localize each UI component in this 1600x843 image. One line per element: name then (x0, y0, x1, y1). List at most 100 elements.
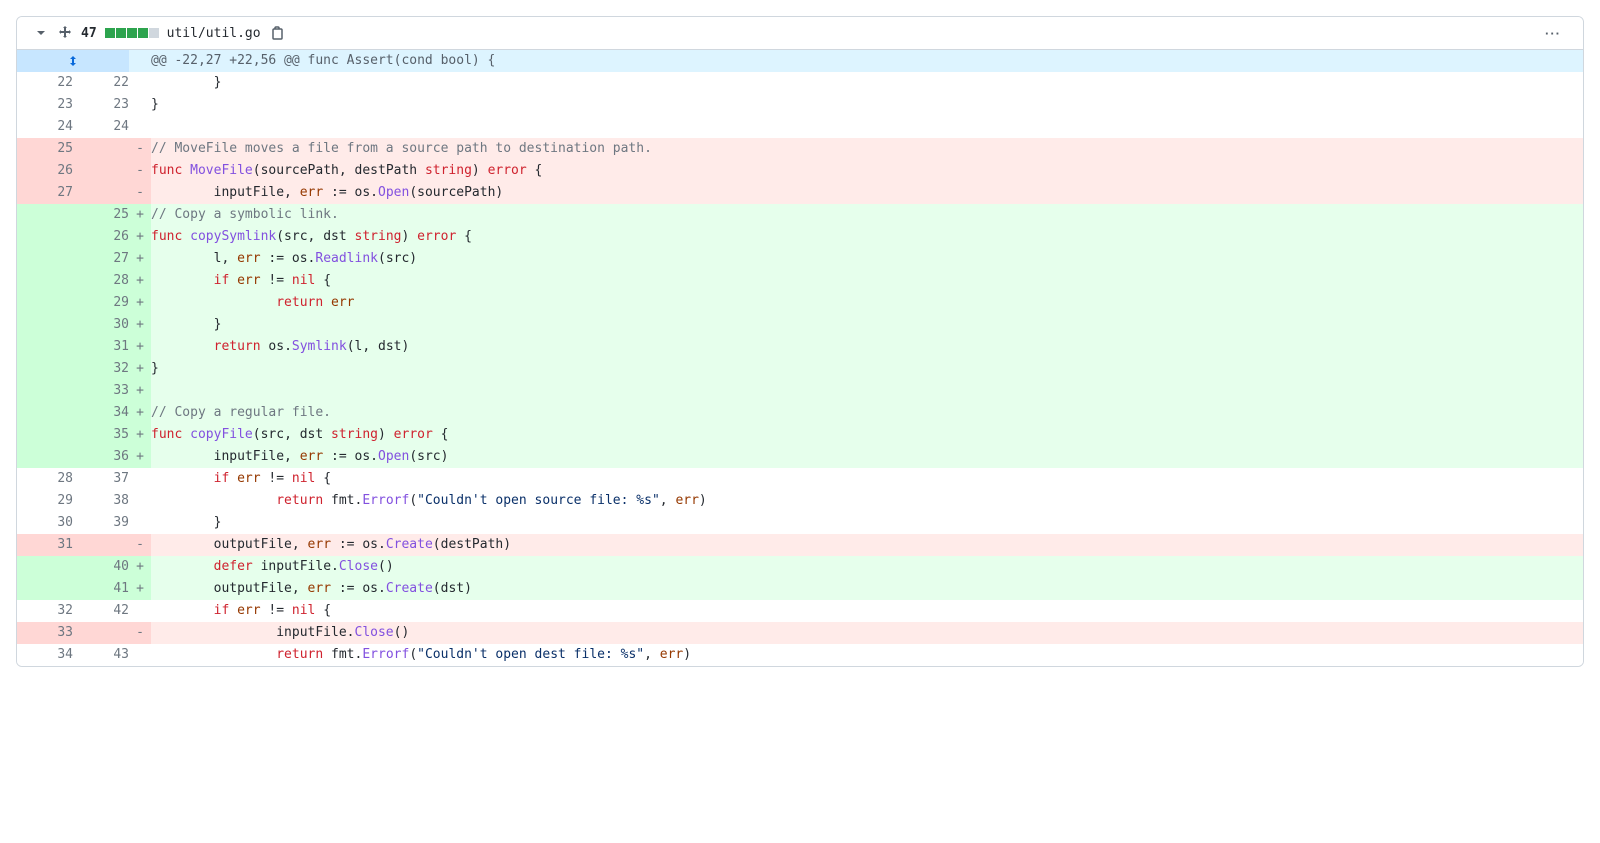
new-line-number[interactable]: 27 (73, 248, 129, 270)
new-line-number[interactable]: 22 (73, 72, 129, 94)
new-line-number[interactable] (73, 138, 129, 160)
old-line-number[interactable]: 25 (17, 138, 73, 160)
code-cell[interactable]: // Copy a symbolic link. (151, 204, 1583, 226)
code-cell[interactable]: } (151, 314, 1583, 336)
new-line-number[interactable] (73, 160, 129, 182)
code-cell[interactable]: inputFile.Close() (151, 622, 1583, 644)
new-line-number[interactable]: 36 (73, 446, 129, 468)
new-line-number[interactable]: 37 (73, 468, 129, 490)
code-cell[interactable]: if err != nil { (151, 270, 1583, 292)
new-line-number[interactable]: 42 (73, 600, 129, 622)
code-cell[interactable]: return fmt.Errorf("Couldn't open dest fi… (151, 644, 1583, 666)
diff-marker: + (129, 578, 151, 600)
code-cell[interactable]: func MoveFile(sourcePath, destPath strin… (151, 160, 1583, 182)
new-line-number[interactable]: 30 (73, 314, 129, 336)
code-cell[interactable]: } (151, 94, 1583, 116)
old-line-number[interactable]: 32 (17, 600, 73, 622)
old-line-number[interactable] (17, 358, 73, 380)
old-line-number[interactable] (17, 336, 73, 358)
new-line-number[interactable]: 25 (73, 204, 129, 226)
diff-row: 2938 return fmt.Errorf("Couldn't open so… (17, 490, 1583, 512)
old-line-number[interactable]: 33 (17, 622, 73, 644)
new-line-number[interactable]: 38 (73, 490, 129, 512)
code-cell[interactable] (151, 116, 1583, 138)
new-line-number[interactable] (73, 182, 129, 204)
old-line-number[interactable]: 24 (17, 116, 73, 138)
code-cell[interactable]: func copySymlink(src, dst string) error … (151, 226, 1583, 248)
old-line-number[interactable]: 30 (17, 512, 73, 534)
old-line-number[interactable] (17, 204, 73, 226)
code-cell[interactable]: return fmt.Errorf("Couldn't open source … (151, 490, 1583, 512)
copy-icon[interactable] (269, 25, 285, 41)
code-cell[interactable]: if err != nil { (151, 600, 1583, 622)
hunk-header-text: @@ -22,27 +22,56 @@ func Assert(cond boo… (151, 50, 1583, 72)
code-cell[interactable]: // Copy a regular file. (151, 402, 1583, 424)
code-cell[interactable]: inputFile, err := os.Open(sourcePath) (151, 182, 1583, 204)
code-cell[interactable]: } (151, 72, 1583, 94)
old-line-number[interactable]: 31 (17, 534, 73, 556)
diffstat-bar (105, 28, 159, 38)
old-line-number[interactable]: 28 (17, 468, 73, 490)
code-cell[interactable]: if err != nil { (151, 468, 1583, 490)
expand-hunk-icon[interactable] (17, 50, 129, 72)
chevron-down-icon[interactable] (33, 25, 49, 41)
new-line-number[interactable]: 32 (73, 358, 129, 380)
code-cell[interactable]: func copyFile(src, dst string) error { (151, 424, 1583, 446)
code-cell[interactable]: } (151, 358, 1583, 380)
new-line-number[interactable]: 24 (73, 116, 129, 138)
old-line-number[interactable]: 34 (17, 644, 73, 666)
kebab-menu-icon[interactable]: ··· (1539, 26, 1567, 41)
old-line-number[interactable] (17, 556, 73, 578)
expand-icon[interactable] (57, 25, 73, 41)
code-cell[interactable]: outputFile, err := os.Create(dst) (151, 578, 1583, 600)
new-line-number[interactable]: 40 (73, 556, 129, 578)
diff-row: 32+} (17, 358, 1583, 380)
old-line-number[interactable] (17, 226, 73, 248)
diff-row: 2323} (17, 94, 1583, 116)
new-line-number[interactable] (73, 534, 129, 556)
diff-marker: + (129, 292, 151, 314)
code-cell[interactable] (151, 380, 1583, 402)
code-cell[interactable]: defer inputFile.Close() (151, 556, 1583, 578)
code-cell[interactable]: } (151, 512, 1583, 534)
file-path[interactable]: util/util.go (167, 26, 261, 41)
new-line-number[interactable]: 43 (73, 644, 129, 666)
old-line-number[interactable]: 27 (17, 182, 73, 204)
new-line-number[interactable]: 31 (73, 336, 129, 358)
code-cell[interactable]: inputFile, err := os.Open(src) (151, 446, 1583, 468)
diff-row: 27+ l, err := os.Readlink(src) (17, 248, 1583, 270)
old-line-number[interactable] (17, 314, 73, 336)
new-line-number[interactable]: 23 (73, 94, 129, 116)
old-line-number[interactable] (17, 424, 73, 446)
old-line-number[interactable] (17, 292, 73, 314)
new-line-number[interactable]: 28 (73, 270, 129, 292)
old-line-number[interactable] (17, 270, 73, 292)
old-line-number[interactable]: 29 (17, 490, 73, 512)
code-cell[interactable]: l, err := os.Readlink(src) (151, 248, 1583, 270)
diff-marker: + (129, 314, 151, 336)
new-line-number[interactable]: 41 (73, 578, 129, 600)
code-cell[interactable]: return os.Symlink(l, dst) (151, 336, 1583, 358)
old-line-number[interactable] (17, 446, 73, 468)
old-line-number[interactable]: 22 (17, 72, 73, 94)
diff-file: 47 util/util.go ··· @@ -22,27 +22,56 @@ … (16, 16, 1584, 667)
old-line-number[interactable] (17, 380, 73, 402)
code-cell[interactable]: // MoveFile moves a file from a source p… (151, 138, 1583, 160)
diff-marker: + (129, 556, 151, 578)
new-line-number[interactable]: 35 (73, 424, 129, 446)
code-cell[interactable]: return err (151, 292, 1583, 314)
diff-marker: + (129, 402, 151, 424)
code-cell[interactable]: outputFile, err := os.Create(destPath) (151, 534, 1583, 556)
old-line-number[interactable] (17, 578, 73, 600)
new-line-number[interactable] (73, 622, 129, 644)
new-line-number[interactable]: 29 (73, 292, 129, 314)
old-line-number[interactable] (17, 248, 73, 270)
new-line-number[interactable]: 33 (73, 380, 129, 402)
old-line-number[interactable]: 23 (17, 94, 73, 116)
old-line-number[interactable]: 26 (17, 160, 73, 182)
new-line-number[interactable]: 34 (73, 402, 129, 424)
new-line-number[interactable]: 26 (73, 226, 129, 248)
diff-row: 25+// Copy a symbolic link. (17, 204, 1583, 226)
old-line-number[interactable] (17, 402, 73, 424)
new-line-number[interactable]: 39 (73, 512, 129, 534)
